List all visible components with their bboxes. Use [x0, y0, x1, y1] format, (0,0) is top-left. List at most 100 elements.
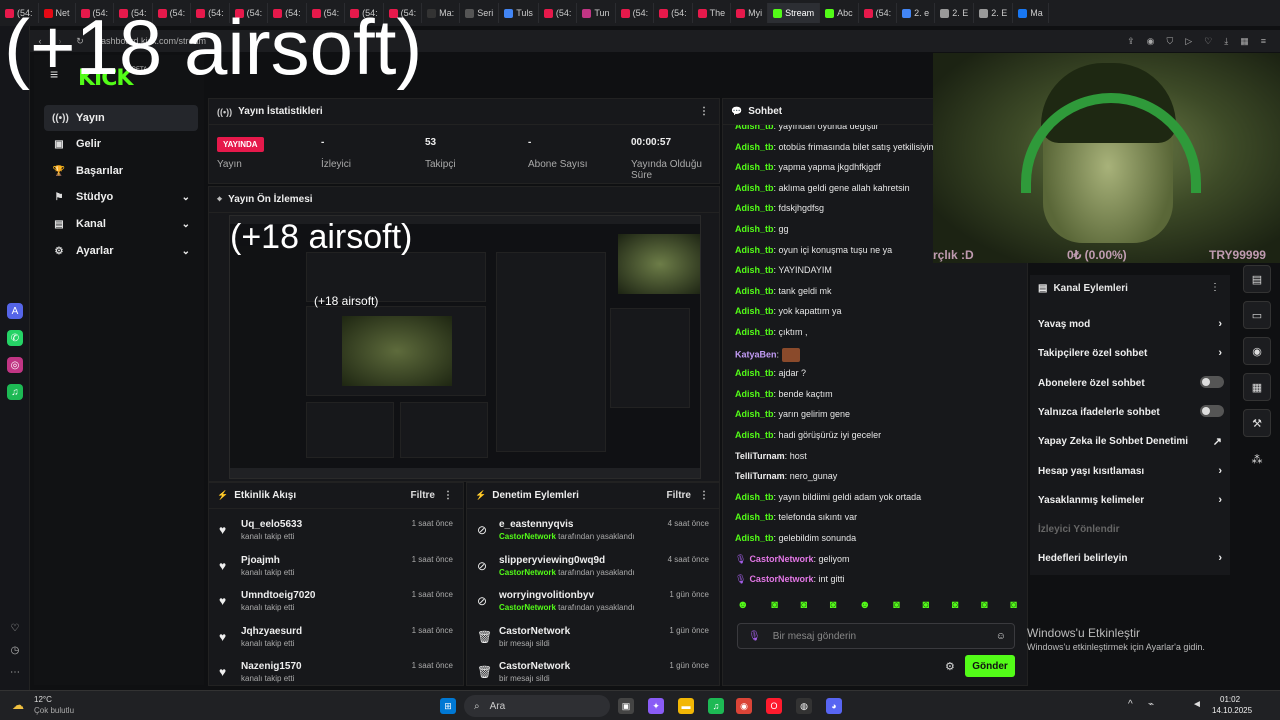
browser-tab[interactable]: 2. E	[935, 3, 975, 23]
browser-tab[interactable]: (54:	[539, 3, 578, 23]
activity-row[interactable]: ♥ Jqhzyaesurd kanalı takip etti 1 saat önce	[209, 626, 463, 660]
network-icon[interactable]: ⌁	[1148, 699, 1154, 710]
moderation-target[interactable]: CastorNetwork	[499, 661, 570, 672]
explorer-icon[interactable]: ▬	[678, 698, 694, 714]
browser-tab[interactable]: Ma	[1013, 3, 1049, 23]
activity-username[interactable]: Pjoajmh	[241, 555, 280, 566]
browser-tab[interactable]: Stream	[768, 3, 821, 23]
nav-item-yayın[interactable]: ((•)) Yayın	[44, 105, 198, 131]
chat-input[interactable]: 🎙 Bir mesaj gönderin ☺	[737, 623, 1015, 649]
browser-tab[interactable]: 2. e	[897, 3, 936, 23]
play-icon[interactable]: ▷	[1185, 36, 1192, 47]
browser-tab[interactable]: 2. E	[974, 3, 1014, 23]
moderator-name[interactable]: CastorNetwork	[499, 532, 556, 541]
chat-username[interactable]: Adish_tb	[735, 306, 774, 316]
extensions-icon[interactable]: ▦	[1240, 36, 1249, 47]
chat-username[interactable]: Adish_tb	[735, 512, 774, 522]
chat-icon[interactable]: ▭	[1243, 301, 1271, 329]
moderation-target[interactable]: worryingvolitionbyv	[499, 590, 594, 601]
emote-icon[interactable]: ◙	[771, 599, 778, 615]
channel-action-item[interactable]: Yavaş mod ›	[1038, 318, 1224, 330]
emoji-icon[interactable]: ☺	[996, 631, 1006, 642]
taskbar-search[interactable]: ⌕ Ara	[464, 695, 610, 717]
chevron-right-icon[interactable]: ›	[1218, 494, 1222, 506]
activity-username[interactable]: Umndtoeig7020	[241, 590, 315, 601]
emote-icon[interactable]: ◙	[830, 599, 837, 615]
aria-icon[interactable]: A	[7, 303, 23, 319]
browser-tab[interactable]: Tuls	[499, 3, 539, 23]
moderation-row[interactable]: 🗑 CastorNetwork bir mesajı sildi 1 gün önce	[467, 626, 719, 660]
heart-icon[interactable]: ♡	[7, 620, 23, 636]
more-options-icon[interactable]: ⋮	[1210, 282, 1220, 293]
chat-username[interactable]: Adish_tb	[735, 430, 774, 440]
chat-username[interactable]: CastorNetwork	[749, 554, 813, 564]
copilot-icon[interactable]: ✦	[648, 698, 664, 714]
chat-username[interactable]: Adish_tb	[735, 245, 774, 255]
more-options-icon[interactable]: ⋮	[699, 490, 709, 501]
emote-icon[interactable]: ◙	[800, 599, 807, 615]
channel-action-item[interactable]: Hesap yaşı kısıtlaması ›	[1038, 465, 1224, 477]
download-icon[interactable]: ⤓	[1224, 36, 1228, 47]
activity-username[interactable]: Jqhzyaesurd	[241, 626, 302, 637]
activity-row[interactable]: ♥ Pjoajmh kanalı takip etti 1 saat önce	[209, 555, 463, 589]
clock-time[interactable]: 01:02	[1220, 695, 1240, 704]
chevron-down-icon[interactable]: ⌄	[182, 246, 190, 257]
weather-icon[interactable]: ☁	[12, 698, 24, 712]
shield-icon[interactable]: ⛉	[1166, 36, 1173, 47]
channel-action-item[interactable]: Abonelere özel sohbet	[1038, 375, 1224, 389]
toggle-switch[interactable]	[1200, 404, 1224, 417]
activity-row[interactable]: ♥ Nazenig1570 kanalı takip etti 1 saat önce	[209, 661, 463, 685]
chat-settings-icon[interactable]: ⚙	[945, 660, 955, 673]
instagram-icon[interactable]: ◎	[7, 357, 23, 373]
share-icon[interactable]: ⁂	[1243, 445, 1271, 473]
broadcast-icon[interactable]: ◉	[1243, 337, 1271, 365]
moderation-target[interactable]: e_eastennyqvis	[499, 519, 574, 530]
moderation-target[interactable]: CastorNetwork	[499, 626, 570, 637]
chat-username[interactable]: Adish_tb	[735, 533, 774, 543]
moderation-row[interactable]: 🗑 CastorNetwork bir mesajı sildi 1 gün önce	[467, 661, 719, 685]
menu-icon[interactable]: ≡	[1261, 36, 1266, 47]
spotify-icon[interactable]: ♫	[708, 698, 724, 714]
chat-username[interactable]: Adish_tb	[735, 203, 774, 213]
chat-username[interactable]: Adish_tb	[735, 368, 774, 378]
moderator-name[interactable]: CastorNetwork	[499, 568, 556, 577]
activity-row[interactable]: ♥ Umndtoeig7020 kanalı takip etti 1 saat ön…	[209, 590, 463, 624]
nav-item-ayarlar[interactable]: ⚙ Ayarlar ⌄	[44, 238, 198, 264]
chat-username[interactable]: Adish_tb	[735, 327, 774, 337]
share-icon[interactable]: ⇪	[1127, 36, 1135, 47]
channel-action-item[interactable]: Yapay Zeka ile Sohbet Denetimi ↗	[1038, 435, 1224, 448]
browser-tab[interactable]: Seri	[460, 3, 500, 23]
filter-button[interactable]: Filtre	[667, 490, 691, 501]
moderation-row[interactable]: ⊘ slipperyviewing0wq9d CastorNetwork taraf…	[467, 555, 719, 589]
heart-icon[interactable]: ♡	[1204, 36, 1212, 47]
more-icon[interactable]: ⋯	[7, 664, 23, 680]
preview-video[interactable]: (+18 airsoft) (+18 airsoft)	[229, 215, 701, 479]
chat-username[interactable]: Adish_tb	[735, 389, 774, 399]
filter-button[interactable]: Filtre	[411, 490, 435, 501]
whatsapp-icon[interactable]: ✆	[7, 330, 23, 346]
chat-username[interactable]: Adish_tb	[735, 162, 774, 172]
channel-action-item[interactable]: Takipçilere özel sohbet ›	[1038, 347, 1224, 359]
obs-icon[interactable]: ◍	[796, 698, 812, 714]
layout-icon[interactable]: ▦	[1243, 373, 1271, 401]
external-link-icon[interactable]: ↗	[1213, 435, 1222, 448]
chat-username[interactable]: Adish_tb	[735, 409, 774, 419]
chat-username[interactable]: Adish_tb	[735, 183, 774, 193]
chat-username[interactable]: Adish_tb	[735, 142, 774, 152]
activity-username[interactable]: Nazenig1570	[241, 661, 302, 672]
emote-icon[interactable]: ☻	[859, 599, 871, 615]
activity-username[interactable]: Uq_eelo5633	[241, 519, 302, 530]
chat-username[interactable]: TelliTurnam	[735, 451, 785, 461]
more-options-icon[interactable]: ⋮	[699, 106, 709, 117]
volume-icon[interactable]: ◄	[1192, 699, 1202, 710]
emote-icon[interactable]: ◙	[893, 599, 900, 615]
emote-icon[interactable]: ◙	[1010, 599, 1017, 615]
discord-icon[interactable]: ◕	[826, 698, 842, 714]
nav-item-kanal[interactable]: ▤ Kanal ⌄	[44, 211, 198, 237]
browser-tab[interactable]: Myi	[731, 3, 769, 23]
camera-icon[interactable]: ◉	[1147, 36, 1155, 47]
moderator-name[interactable]: CastorNetwork	[499, 603, 556, 612]
clock-date[interactable]: 14.10.2025	[1212, 706, 1252, 715]
channel-action-item[interactable]: Hedefleri belirleyin ›	[1038, 552, 1224, 564]
start-icon[interactable]: ⊞	[440, 698, 456, 714]
